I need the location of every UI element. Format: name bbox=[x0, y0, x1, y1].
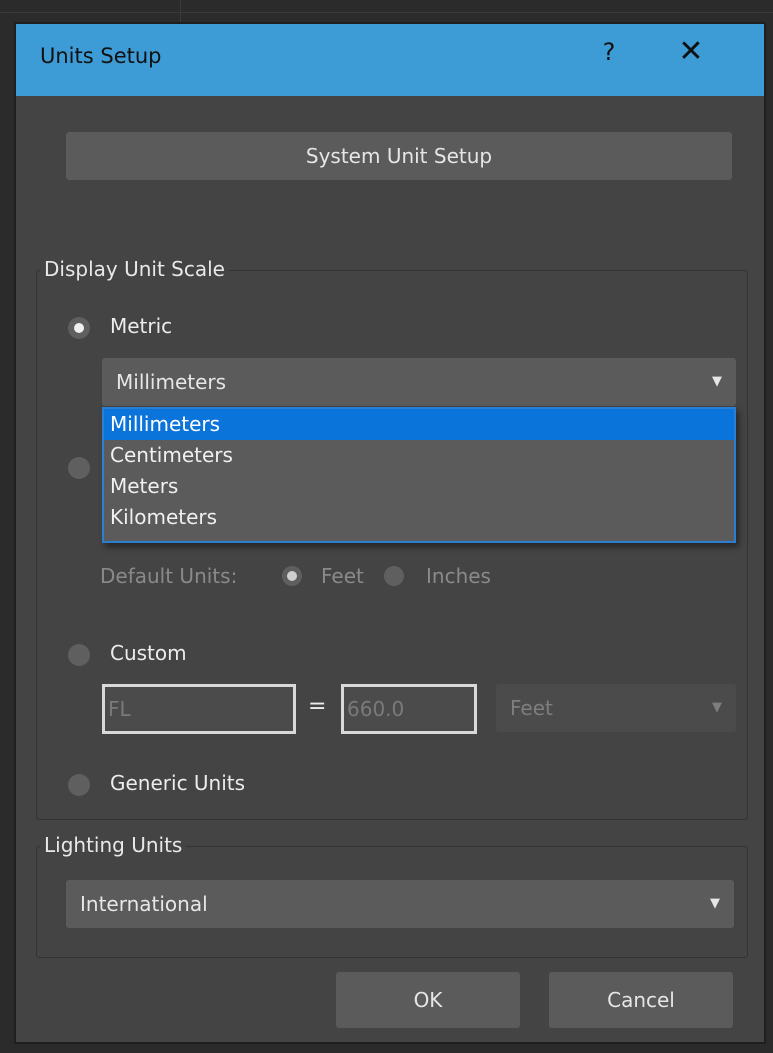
dropdown-option-millimeters[interactable]: Millimeters bbox=[104, 409, 734, 440]
background-grid-line bbox=[180, 0, 181, 22]
metric-radio[interactable] bbox=[68, 317, 90, 339]
metric-units-value: Millimeters bbox=[116, 370, 227, 394]
generic-units-label: Generic Units bbox=[110, 771, 246, 795]
units-setup-dialog: Units Setup ? ✕ System Unit Setup Displa… bbox=[14, 22, 766, 1044]
metric-units-select[interactable]: Millimeters ▼ bbox=[102, 358, 736, 406]
lighting-units-value: International bbox=[80, 892, 208, 916]
default-inches-radio[interactable] bbox=[384, 566, 404, 586]
default-feet-radio[interactable] bbox=[282, 566, 302, 586]
custom-name-input[interactable]: FL bbox=[102, 684, 296, 734]
dropdown-option-meters[interactable]: Meters bbox=[104, 471, 734, 502]
help-icon[interactable]: ? bbox=[594, 38, 624, 66]
display-unit-scale-group bbox=[36, 270, 748, 820]
close-icon[interactable]: ✕ bbox=[671, 34, 711, 69]
dropdown-option-kilometers[interactable]: Kilometers bbox=[104, 502, 734, 533]
dropdown-arrow-icon: ▼ bbox=[710, 896, 720, 911]
display-unit-scale-label: Display Unit Scale bbox=[40, 257, 229, 281]
custom-radio[interactable] bbox=[68, 644, 90, 666]
us-standard-radio[interactable] bbox=[68, 457, 90, 479]
cancel-button[interactable]: Cancel bbox=[549, 972, 733, 1028]
dropdown-option-centimeters[interactable]: Centimeters bbox=[104, 440, 734, 471]
dropdown-arrow-icon: ▼ bbox=[712, 700, 722, 715]
metric-label: Metric bbox=[110, 314, 173, 338]
custom-name-value: FL bbox=[108, 697, 131, 721]
metric-units-dropdown-list: Millimeters Centimeters Meters Kilometer… bbox=[102, 407, 736, 543]
default-units-label: Default Units: bbox=[100, 564, 238, 588]
custom-unit-select[interactable]: Feet ▼ bbox=[496, 684, 736, 732]
custom-amount-input[interactable]: 660.0 bbox=[341, 684, 477, 734]
title-bar[interactable]: Units Setup ? ✕ bbox=[16, 24, 764, 96]
dropdown-arrow-icon: ▼ bbox=[712, 374, 722, 389]
custom-amount-value: 660.0 bbox=[347, 697, 405, 721]
generic-units-radio[interactable] bbox=[68, 774, 90, 796]
equals-sign: = bbox=[308, 694, 327, 719]
dialog-title: Units Setup bbox=[40, 44, 162, 68]
background-grid-line bbox=[0, 12, 773, 13]
ok-button[interactable]: OK bbox=[336, 972, 520, 1028]
default-feet-label: Feet bbox=[321, 564, 364, 588]
custom-unit-value: Feet bbox=[510, 696, 553, 720]
default-inches-label: Inches bbox=[426, 564, 491, 588]
lighting-units-select[interactable]: International ▼ bbox=[66, 880, 734, 928]
custom-label: Custom bbox=[110, 641, 187, 665]
system-unit-setup-button[interactable]: System Unit Setup bbox=[66, 132, 732, 180]
lighting-units-label: Lighting Units bbox=[40, 833, 187, 857]
